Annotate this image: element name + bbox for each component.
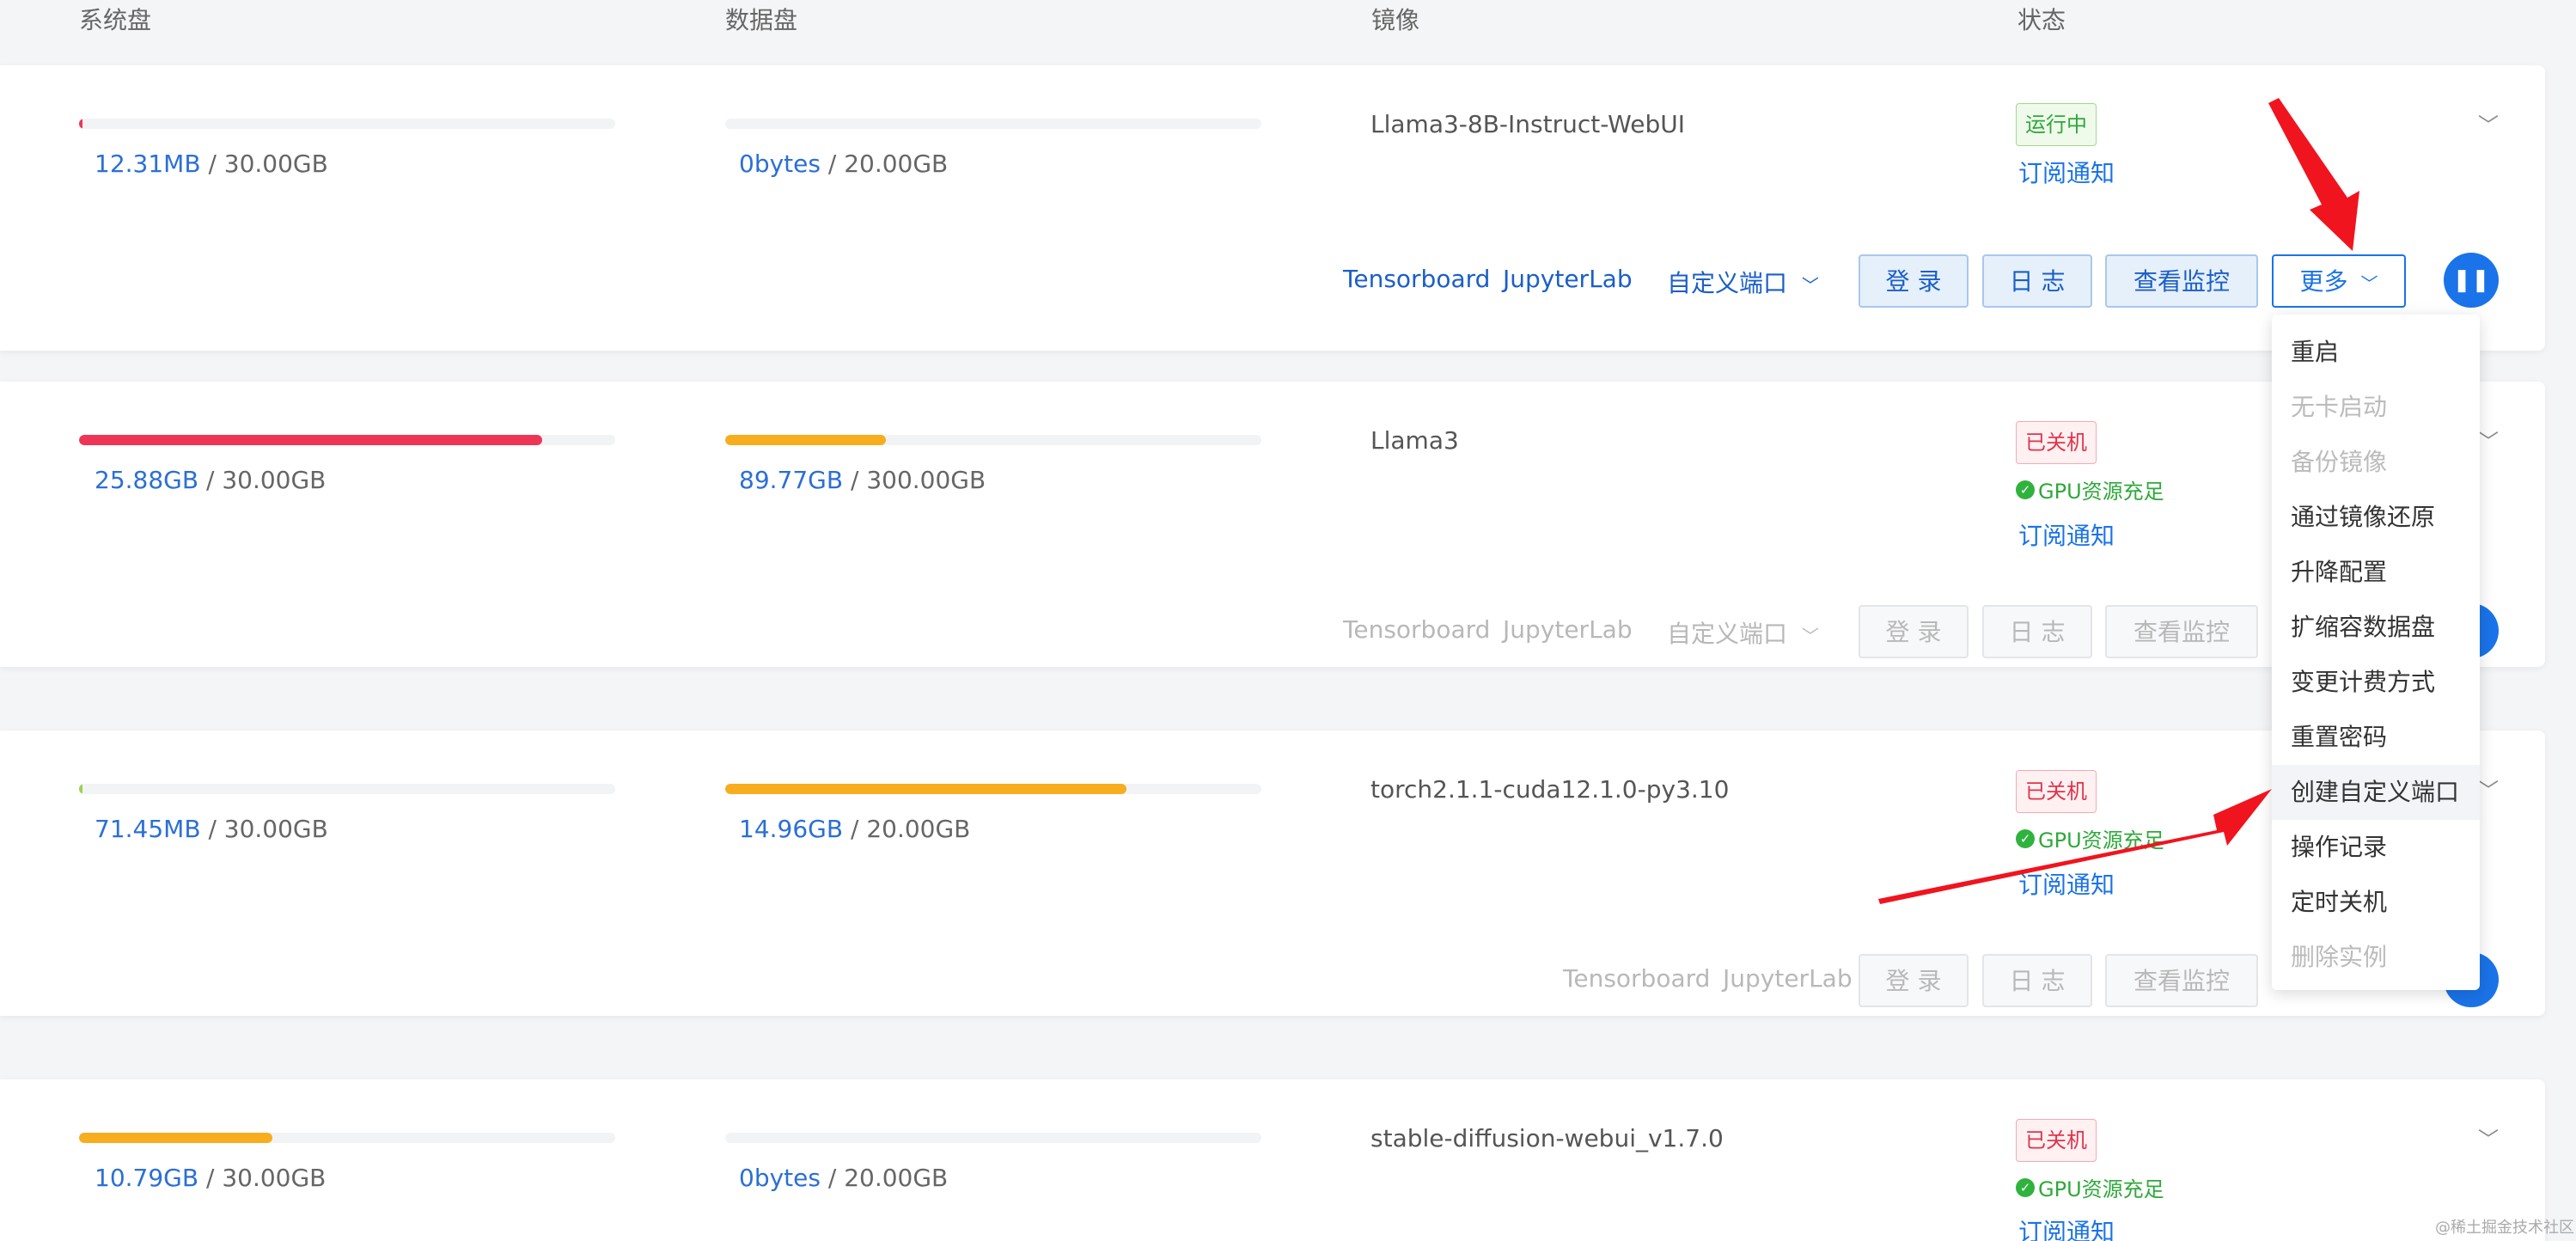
- data-disk-bar: [725, 435, 1261, 445]
- data-disk-usage: 0bytes / 20.00GB: [739, 150, 949, 178]
- chevron-down-icon[interactable]: ﹀: [2478, 1122, 2499, 1152]
- check-circle-icon: ✓: [2016, 1177, 2035, 1197]
- menu-item-change-config[interactable]: 升降配置: [2272, 545, 2480, 600]
- tensorboard-link[interactable]: Tensorboard: [1563, 964, 1710, 993]
- login-button[interactable]: 登 录: [1859, 605, 1969, 658]
- custom-port-dropdown[interactable]: 自定义端口 ﹀: [1667, 615, 1819, 650]
- data-disk-bar: [725, 119, 1261, 129]
- data-disk-bar: [725, 784, 1261, 794]
- gpu-status: ✓ GPU资源充足: [2016, 823, 2164, 853]
- instance-card: 25.88GB / 30.00GB 89.77GB / 300.00GB Lla…: [0, 382, 2545, 667]
- jupyterlab-link[interactable]: JupyterLab: [1723, 964, 1853, 993]
- system-disk-bar-fill: [79, 119, 82, 129]
- instance-card: 12.31MB / 30.00GB 0bytes / 20.00GB Llama…: [0, 65, 2545, 351]
- column-status: 状态: [2017, 6, 2066, 34]
- status-badge: 运行中: [2016, 103, 2097, 146]
- column-data-disk: 数据盘: [725, 6, 798, 34]
- monitor-button[interactable]: 查看监控: [2105, 254, 2258, 308]
- column-system-disk: 系统盘: [79, 6, 152, 34]
- login-button[interactable]: 登 录: [1859, 254, 1969, 308]
- status-badge: 已关机: [2016, 770, 2097, 813]
- status-badge: 已关机: [2016, 1119, 2097, 1162]
- system-disk-bar-fill: [79, 435, 542, 445]
- menu-item-reset-password[interactable]: 重置密码: [2272, 710, 2480, 765]
- pause-button[interactable]: ❚❚: [2444, 253, 2499, 308]
- gpu-status: ✓ GPU资源充足: [2016, 474, 2164, 504]
- subscribe-link[interactable]: 订阅通知: [2018, 866, 2115, 901]
- login-button[interactable]: 登 录: [1859, 954, 1969, 1007]
- menu-item-restore-from-image[interactable]: 通过镜像还原: [2272, 490, 2480, 545]
- jupyterlab-link[interactable]: JupyterLab: [1503, 265, 1633, 293]
- tensorboard-link[interactable]: Tensorboard: [1343, 265, 1490, 293]
- system-disk-bar-fill: [79, 1133, 272, 1143]
- logs-button[interactable]: 日 志: [1982, 605, 2092, 658]
- subscribe-link[interactable]: 订阅通知: [2018, 155, 2115, 189]
- image-name: Llama3: [1370, 426, 1459, 455]
- check-circle-icon: ✓: [2016, 828, 2035, 848]
- chevron-down-icon: ﹀: [1801, 626, 1819, 646]
- monitor-button[interactable]: 查看监控: [2105, 605, 2258, 658]
- chevron-down-icon[interactable]: ﹀: [2478, 773, 2499, 804]
- tensorboard-link[interactable]: Tensorboard: [1343, 615, 1490, 644]
- subscribe-link[interactable]: 订阅通知: [2018, 517, 2115, 552]
- more-dropdown-menu: 重启 无卡启动 备份镜像 通过镜像还原 升降配置 扩缩容数据盘 变更计费方式 重…: [2272, 315, 2480, 990]
- menu-item-restart[interactable]: 重启: [2272, 325, 2480, 380]
- table-header: 系统盘 数据盘 镜像 状态: [0, 0, 2576, 57]
- menu-item-start-without-gpu[interactable]: 无卡启动: [2272, 380, 2480, 435]
- subscribe-link[interactable]: 订阅通知: [2018, 1213, 2115, 1241]
- data-disk-bar-fill: [725, 435, 886, 445]
- data-disk-bar: [725, 1133, 1261, 1143]
- logs-button[interactable]: 日 志: [1982, 954, 2092, 1007]
- system-disk-bar: [79, 119, 615, 129]
- gpu-status: ✓ GPU资源充足: [2016, 1172, 2164, 1202]
- pause-icon: ❚❚: [2452, 267, 2490, 293]
- system-disk-usage: 10.79GB / 30.00GB: [95, 1164, 327, 1192]
- instance-card: 71.45MB / 30.00GB 14.96GB / 20.00GB torc…: [0, 731, 2545, 1016]
- system-disk-bar: [79, 784, 615, 794]
- monitor-button[interactable]: 查看监控: [2105, 954, 2258, 1007]
- system-disk-bar-fill: [79, 784, 82, 794]
- menu-item-delete-instance[interactable]: 删除实例: [2272, 930, 2480, 985]
- custom-port-dropdown[interactable]: 自定义端口 ﹀: [1667, 265, 1819, 299]
- system-disk-bar: [79, 1133, 615, 1143]
- data-disk-usage: 0bytes / 20.00GB: [739, 1164, 949, 1192]
- data-disk-usage: 89.77GB / 300.00GB: [739, 466, 986, 494]
- instance-card: 10.79GB / 30.00GB 0bytes / 20.00GB stabl…: [0, 1079, 2545, 1241]
- system-disk-bar: [79, 435, 615, 445]
- system-disk-usage: 12.31MB / 30.00GB: [95, 150, 328, 178]
- menu-item-backup-image[interactable]: 备份镜像: [2272, 435, 2480, 490]
- menu-item-scheduled-shutdown[interactable]: 定时关机: [2272, 875, 2480, 930]
- system-disk-usage: 25.88GB / 30.00GB: [95, 466, 327, 494]
- logs-button[interactable]: 日 志: [1982, 254, 2092, 308]
- menu-item-resize-data-disk[interactable]: 扩缩容数据盘: [2272, 600, 2480, 655]
- data-disk-bar-fill: [725, 784, 1126, 794]
- watermark: @稀土掘金技术社区: [2435, 1219, 2574, 1237]
- chevron-down-icon: ﹀: [2360, 273, 2378, 294]
- menu-item-operation-log[interactable]: 操作记录: [2272, 820, 2480, 875]
- data-disk-usage: 14.96GB / 20.00GB: [739, 815, 971, 843]
- menu-item-change-billing[interactable]: 变更计费方式: [2272, 655, 2480, 710]
- check-circle-icon: ✓: [2016, 480, 2035, 499]
- column-image: 镜像: [1371, 6, 1420, 34]
- chevron-down-icon[interactable]: ﹀: [2478, 108, 2499, 138]
- image-name: torch2.1.1-cuda12.1.0-py3.10: [1370, 775, 1730, 804]
- status-badge: 已关机: [2016, 421, 2097, 464]
- menu-item-create-custom-port[interactable]: 创建自定义端口: [2272, 765, 2480, 820]
- image-name: stable-diffusion-webui_v1.7.0: [1370, 1124, 1724, 1152]
- more-button[interactable]: 更多 ﹀: [2272, 254, 2406, 308]
- jupyterlab-link[interactable]: JupyterLab: [1503, 615, 1633, 644]
- chevron-down-icon[interactable]: ﹀: [2478, 425, 2499, 455]
- chevron-down-icon: ﹀: [1801, 275, 1819, 296]
- image-name: Llama3-8B-Instruct-WebUI: [1370, 110, 1685, 138]
- system-disk-usage: 71.45MB / 30.00GB: [95, 815, 328, 843]
